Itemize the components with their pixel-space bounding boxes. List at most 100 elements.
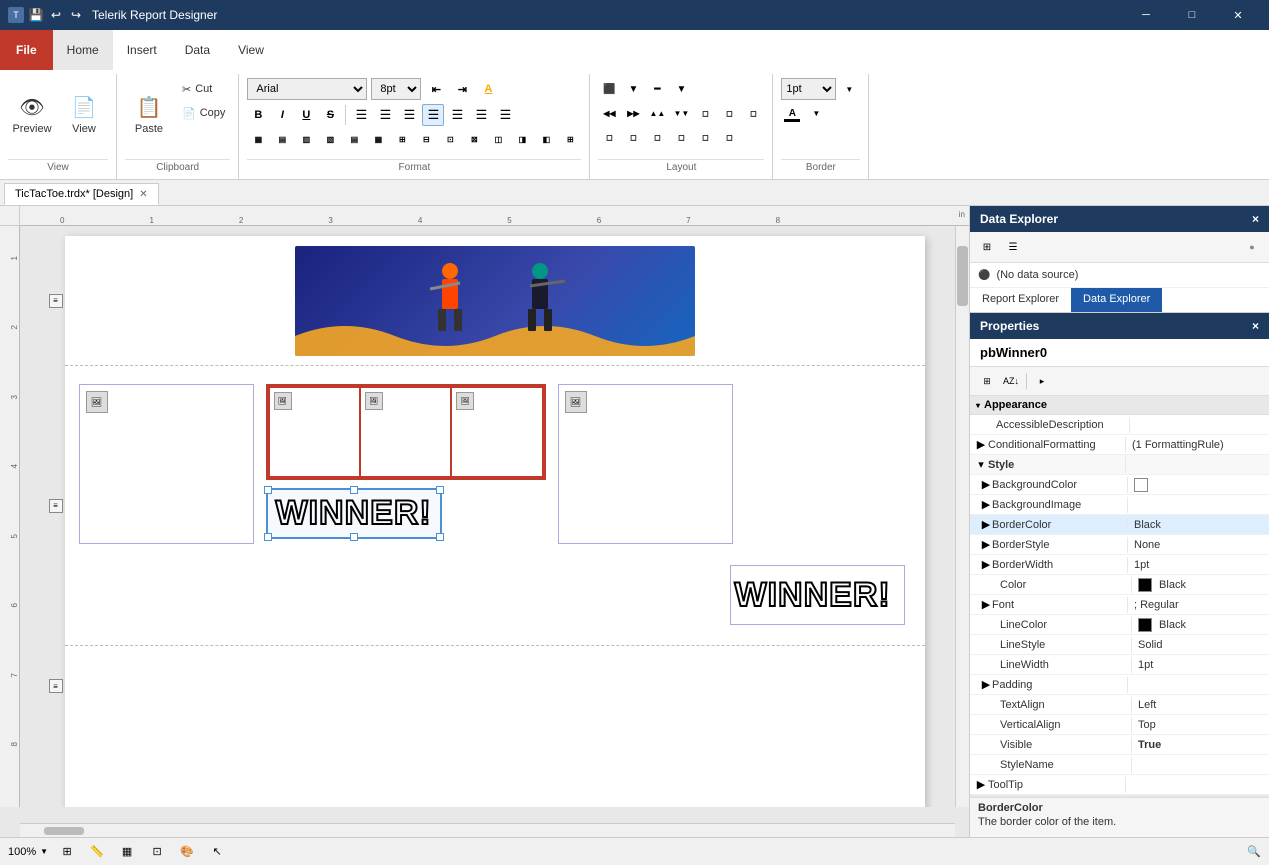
cut-button[interactable]: ✂ Cut <box>177 78 230 100</box>
props-alpha-btn[interactable]: AZ↓ <box>1000 370 1022 392</box>
tooltip-expand[interactable]: ▶ <box>970 778 982 791</box>
align-right2-button[interactable]: ☰ <box>494 104 516 126</box>
layout-l2[interactable]: ▼ <box>622 78 644 100</box>
border-color-prop-value[interactable]: Black <box>1128 517 1269 533</box>
layout-tool-10[interactable]: ⊠ <box>463 128 485 150</box>
v-scrollbar[interactable] <box>955 226 969 807</box>
data-explorer-tab[interactable]: Data Explorer <box>1071 288 1162 312</box>
ruler-view-btn[interactable]: 📏 <box>86 841 108 863</box>
close-button[interactable]: ✕ <box>1215 0 1261 30</box>
h-scrollbar[interactable] <box>20 823 955 837</box>
layout-l7[interactable]: ▲▲ <box>646 102 668 124</box>
layout-tool-13[interactable]: ◧ <box>535 128 557 150</box>
layout-l8[interactable]: ▼▼ <box>670 102 692 124</box>
border-width-select[interactable]: 1pt 2pt <box>781 78 836 100</box>
font-name-select[interactable]: Arial Times New Roman Calibri <box>247 78 367 100</box>
props-close[interactable]: × <box>1252 319 1259 333</box>
layout-tool-5[interactable]: ▤ <box>343 128 365 150</box>
cursor-btn[interactable]: ↖ <box>206 841 228 863</box>
data-explorer-close[interactable]: × <box>1252 212 1259 226</box>
layout-l16[interactable]: ◻ <box>694 126 716 148</box>
layout-tool-9[interactable]: ⊡ <box>439 128 461 150</box>
layout-tool-12[interactable]: ◨ <box>511 128 533 150</box>
props-categorized-btn[interactable]: ⊞ <box>976 370 998 392</box>
align-right-button[interactable]: ☰ <box>398 104 420 126</box>
text-align-value[interactable]: Left <box>1132 697 1269 713</box>
maximize-button[interactable]: □ <box>1169 0 1215 30</box>
zoom-dropdown-btn[interactable]: ▼ <box>40 847 48 856</box>
layout-l5[interactable]: ◀◀ <box>598 102 620 124</box>
highlight-button[interactable]: A <box>477 78 499 100</box>
align-left2-button[interactable]: ☰ <box>446 104 468 126</box>
copy-button[interactable]: 📄 Copy <box>177 102 230 124</box>
snap-btn[interactable]: ⊡ <box>146 841 168 863</box>
font-expand[interactable]: ▶ <box>970 598 986 611</box>
style-name-value[interactable] <box>1132 763 1269 767</box>
layout-l17[interactable]: ◻ <box>718 126 740 148</box>
save-icon[interactable]: 💾 <box>28 7 44 23</box>
strikethrough-button[interactable]: S <box>319 104 341 126</box>
align-center2-button[interactable]: ☰ <box>470 104 492 126</box>
border-width-expand[interactable]: ▶ <box>970 558 986 571</box>
props-content[interactable]: ▾ Appearance AccessibleDescription ▶ Con… <box>970 396 1269 797</box>
paint-btn[interactable]: 🎨 <box>176 841 198 863</box>
minimize-button[interactable]: ─ <box>1123 0 1169 30</box>
layout-tool-7[interactable]: ⊞ <box>391 128 413 150</box>
bg-image-expand[interactable]: ▶ <box>970 498 986 511</box>
menu-item-data[interactable]: Data <box>171 30 224 70</box>
bold-button[interactable]: B <box>247 104 269 126</box>
menu-item-view[interactable]: View <box>224 30 278 70</box>
layout-tool-6[interactable]: ▦ <box>367 128 389 150</box>
design-tab[interactable]: TicTacToe.trdx* [Design] ✕ <box>4 183 159 205</box>
layout-l4[interactable]: ▼ <box>670 78 692 100</box>
line-width-value[interactable]: 1pt <box>1132 657 1269 673</box>
report-explorer-tab[interactable]: Report Explorer <box>970 288 1071 312</box>
view-button[interactable]: 📄 View <box>60 78 108 148</box>
design-tab-close[interactable]: ✕ <box>139 189 147 200</box>
vertical-align-value[interactable]: Top <box>1132 717 1269 733</box>
italic-button[interactable]: I <box>271 104 293 126</box>
layout-l15[interactable]: ◻ <box>670 126 692 148</box>
props-extra-btn[interactable]: ▸ <box>1031 370 1053 392</box>
canvas-container[interactable]: 0 1 2 3 4 5 6 7 8 in 1 2 3 4 <box>0 206 969 837</box>
border-color-btn[interactable]: A <box>781 102 803 124</box>
margins-btn[interactable]: ▦ <box>116 841 138 863</box>
color-prop-value[interactable]: Black <box>1132 576 1269 594</box>
layout-tool-3[interactable]: ▥ <box>295 128 317 150</box>
line-color-value[interactable]: Black <box>1132 616 1269 634</box>
align-left-button[interactable]: ☰ <box>350 104 372 126</box>
border-dropdown[interactable]: ▼ <box>838 78 860 100</box>
h-scrollbar-thumb[interactable] <box>44 827 84 835</box>
border-color-expand[interactable]: ▶ <box>970 518 986 531</box>
accessible-desc-value[interactable] <box>1130 423 1269 427</box>
style-expand[interactable]: ▾ <box>970 458 982 471</box>
layout-l12[interactable]: ◻ <box>598 126 620 148</box>
layout-l11[interactable]: ◻ <box>742 102 764 124</box>
data-tool-list[interactable]: ☰ <box>1002 236 1024 258</box>
font-prop-value[interactable]: ; Regular <box>1128 597 1269 613</box>
line-style-value[interactable]: Solid <box>1132 637 1269 653</box>
visible-style-value[interactable]: True <box>1132 737 1269 753</box>
winner-box-left[interactable]: WINNER! <box>266 488 442 539</box>
underline-button[interactable]: U <box>295 104 317 126</box>
layout-l13[interactable]: ◻ <box>622 126 644 148</box>
tooltip-value[interactable] <box>1126 783 1269 787</box>
layout-tool-4[interactable]: ▧ <box>319 128 341 150</box>
paste-button[interactable]: 📋 Paste <box>125 78 173 148</box>
align-center-button[interactable]: ☰ <box>374 104 396 126</box>
cond-fmt-value[interactable]: (1 FormattingRule) <box>1126 437 1269 453</box>
align-justify-button[interactable]: ☰ <box>422 104 444 126</box>
layout-l1[interactable]: ⬛ <box>598 78 620 100</box>
data-tool-grid[interactable]: ⊞ <box>976 236 998 258</box>
file-menu-button[interactable]: File <box>0 30 53 70</box>
design-area[interactable]: ≡ <box>20 226 969 807</box>
layout-tool-11[interactable]: ◫ <box>487 128 509 150</box>
appearance-section-header[interactable]: ▾ Appearance <box>970 396 1269 415</box>
cond-fmt-expand[interactable]: ▶ <box>970 438 982 451</box>
layout-tool-14[interactable]: ⊞ <box>559 128 581 150</box>
border-width-value[interactable]: 1pt <box>1128 557 1269 573</box>
menu-item-home[interactable]: Home <box>53 30 113 70</box>
grid-view-btn[interactable]: ⊞ <box>56 841 78 863</box>
undo-icon[interactable]: ↩ <box>48 7 64 23</box>
border-style-expand[interactable]: ▶ <box>970 538 986 551</box>
